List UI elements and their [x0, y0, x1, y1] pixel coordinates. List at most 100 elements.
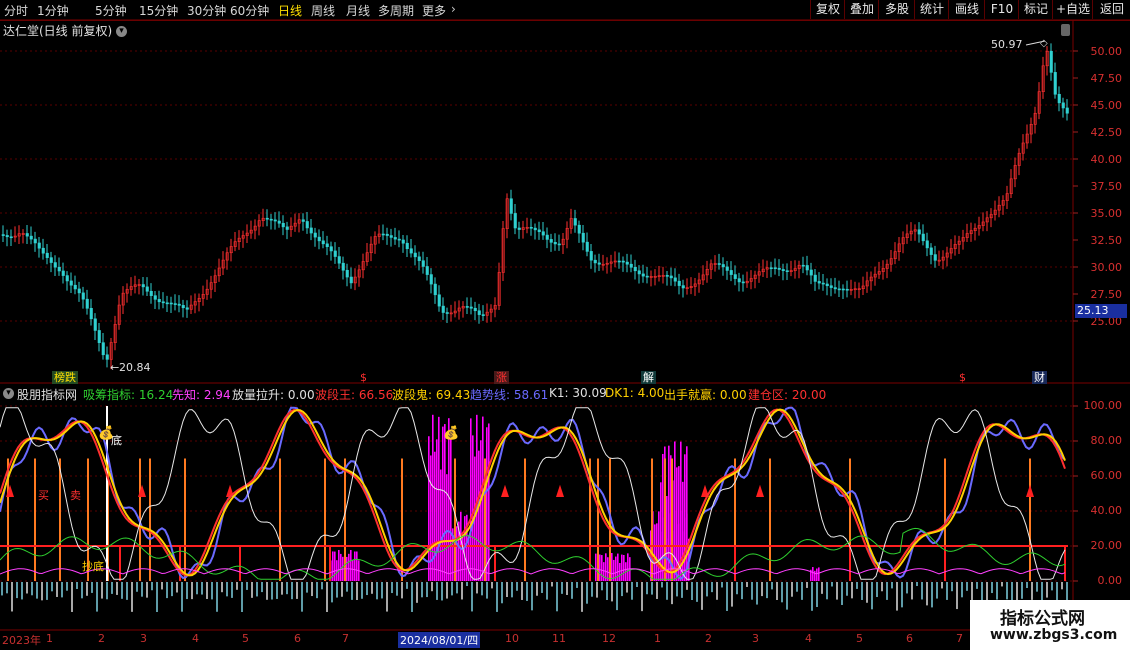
indicator-value: 放量拉升: 0.00	[232, 388, 315, 402]
candle-body	[577, 224, 581, 234]
candle-body	[917, 229, 921, 235]
indicator-bar	[334, 551, 336, 581]
candle-body	[385, 233, 389, 236]
candle-body	[665, 275, 669, 277]
candle-body	[517, 227, 521, 230]
indicator-bar	[676, 467, 678, 581]
chart-area[interactable]	[0, 0, 1130, 650]
y-tick: 32.50	[1090, 234, 1123, 247]
candle-body	[929, 247, 933, 255]
indicator-value: 先知: 2.94	[172, 388, 231, 402]
candle-body	[301, 219, 305, 222]
y-tick: 100.00	[1083, 399, 1123, 412]
candle-body	[597, 262, 601, 265]
candle-body	[49, 257, 53, 263]
chevron-down-icon[interactable]: ▾	[3, 388, 14, 399]
candle-body	[97, 330, 101, 343]
candle-body	[277, 220, 281, 224]
candle-body	[805, 265, 809, 271]
candle-body	[513, 213, 517, 229]
event-badge[interactable]: 涨	[494, 371, 509, 384]
arrow-up-icon	[501, 484, 509, 497]
indicator-bar	[486, 427, 488, 581]
indicator-value: K1: 30.09	[549, 386, 607, 400]
x-tick: 2	[705, 632, 712, 645]
candle-body	[93, 318, 97, 331]
y-tick: 40.00	[1090, 504, 1123, 517]
indicator-bar	[470, 418, 472, 581]
candle-body	[149, 290, 153, 296]
candle-body	[425, 266, 429, 275]
panel-toggle-icon[interactable]	[1061, 24, 1070, 36]
candle-body	[389, 235, 393, 238]
candle-body	[549, 239, 553, 243]
candle-body	[721, 264, 725, 268]
candle-body	[813, 274, 817, 282]
event-badge[interactable]: 解	[641, 371, 656, 384]
buy-marker: 买	[38, 489, 49, 502]
indicator-bar	[468, 536, 470, 581]
indicator-bar	[434, 451, 436, 581]
candle-body	[725, 266, 729, 271]
watermark-url: www.zbgs3.com	[990, 627, 1118, 643]
indicator-name[interactable]: 股朋指标网	[17, 386, 77, 403]
y-tick: 37.50	[1090, 180, 1123, 193]
indicator-bar	[603, 562, 605, 581]
candle-body	[581, 232, 585, 243]
sell-marker: 卖	[70, 489, 81, 502]
candle-body	[177, 303, 181, 306]
candle-body	[409, 248, 413, 254]
candle-body	[785, 270, 789, 272]
y-tick: 80.00	[1090, 434, 1123, 447]
candle-body	[161, 301, 165, 304]
event-badge[interactable]: 榜跌	[52, 371, 78, 384]
indicator-bar	[356, 551, 358, 581]
candle-body	[737, 278, 741, 283]
candle-body	[101, 342, 105, 356]
candle-body	[921, 233, 925, 242]
candle-body	[273, 219, 277, 222]
indicator-bar	[607, 557, 609, 581]
candle-body	[837, 288, 841, 291]
candle-body	[1, 234, 5, 236]
candle-body	[677, 280, 681, 286]
candle-body	[9, 236, 13, 239]
candle-body	[673, 277, 677, 282]
candle-body	[741, 281, 745, 284]
indicator-bar	[682, 481, 684, 581]
candle-body	[81, 292, 85, 300]
candle-body	[281, 222, 285, 228]
candle-body	[165, 302, 169, 305]
watermark-title: 指标公式网	[1000, 609, 1085, 629]
indicator-bar	[448, 418, 450, 581]
candle-body	[25, 233, 29, 237]
candle-body	[285, 226, 289, 230]
indicator-bar	[432, 414, 434, 581]
y-tick: 42.50	[1090, 126, 1123, 139]
event-badge[interactable]: $	[358, 371, 369, 384]
current-price-tag: 25.13	[1075, 304, 1127, 318]
candle-body	[829, 285, 833, 288]
x-tick: 3	[752, 632, 759, 645]
event-badge[interactable]: 财	[1032, 371, 1047, 384]
x-tick: 3	[140, 632, 147, 645]
candle-body	[541, 231, 545, 236]
x-tick: 6	[906, 632, 913, 645]
candle-body	[85, 298, 89, 309]
indicator-bar	[478, 450, 480, 581]
candle-body	[773, 267, 777, 270]
indicator-bar	[674, 441, 676, 581]
candle-body	[313, 232, 317, 238]
diamond-icon: ◇	[1040, 38, 1048, 49]
indicator-bar	[619, 563, 621, 581]
candle-body	[841, 288, 845, 291]
indicator-bar	[666, 496, 668, 581]
indicator-bar	[816, 568, 818, 581]
candle-body	[629, 263, 633, 268]
indicator-bar	[818, 567, 820, 581]
indicator-bar	[662, 453, 664, 581]
y-tick: 47.50	[1090, 72, 1123, 85]
event-badge[interactable]: $	[957, 371, 968, 384]
candle-body	[265, 217, 269, 220]
indicator-bar	[814, 570, 816, 581]
